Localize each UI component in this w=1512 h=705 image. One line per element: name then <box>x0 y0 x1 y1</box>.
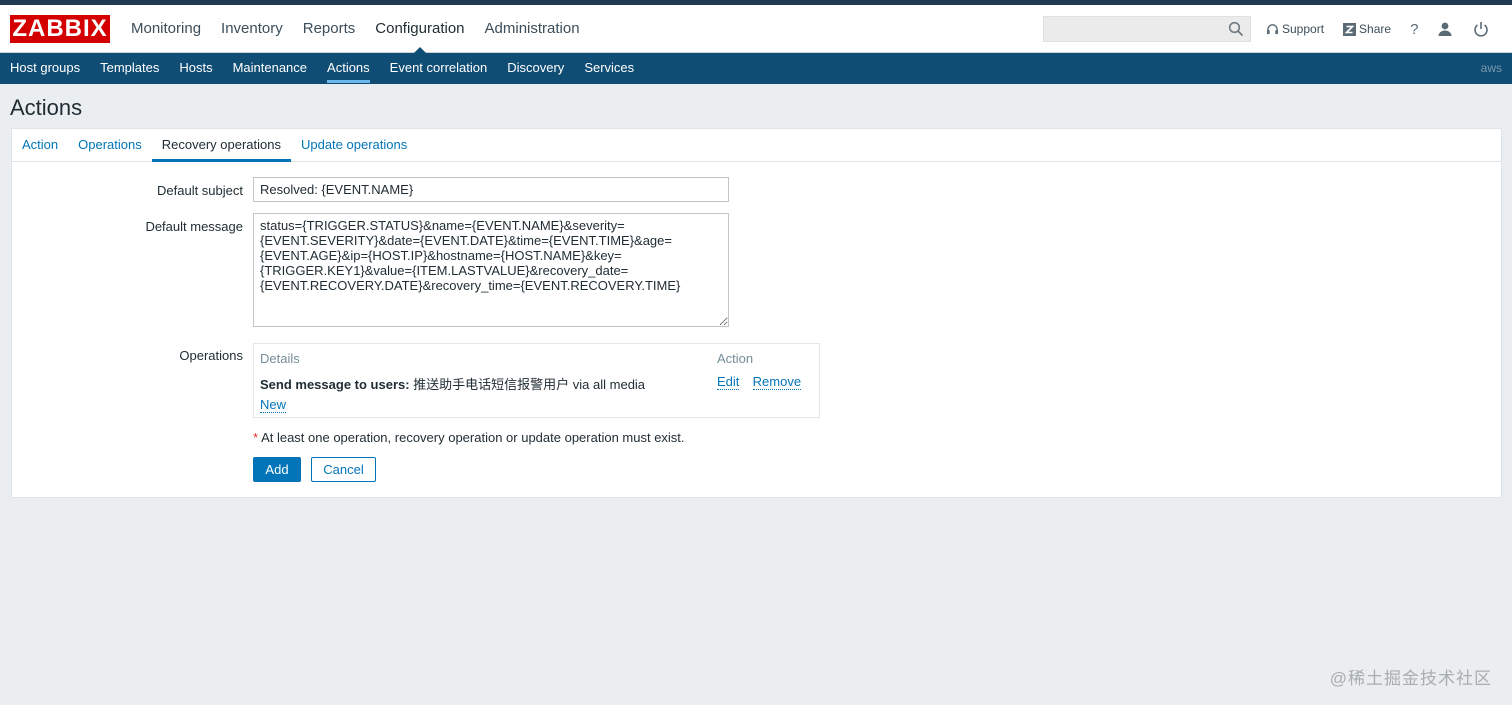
default-subject-input[interactable] <box>253 177 729 202</box>
sub-navigation: Host groups Templates Hosts Maintenance … <box>0 53 1512 84</box>
search-icon[interactable] <box>1228 21 1244 37</box>
headset-icon <box>1266 23 1279 36</box>
column-header-action: Action <box>717 351 754 366</box>
share-link[interactable]: Share <box>1343 22 1391 36</box>
operation-target: 推送助手电话短信报警用户 via all media <box>409 377 646 392</box>
search-box <box>1043 16 1251 42</box>
share-icon <box>1343 22 1357 36</box>
add-button[interactable]: Add <box>253 457 301 482</box>
operation-row-actions: Edit Remove <box>717 374 802 390</box>
header-links: Support Share ? <box>1266 5 1509 53</box>
support-label: Support <box>1282 22 1325 36</box>
help-icon: ? <box>1410 20 1419 38</box>
help-link[interactable]: ? <box>1410 21 1418 38</box>
edit-operation-link[interactable]: Edit <box>717 374 740 390</box>
operation-row-details: Send message to users: 推送助手电话短信报警用户 via … <box>260 374 645 393</box>
required-star: * <box>253 430 259 445</box>
user-profile-icon[interactable] <box>1437 21 1453 37</box>
tab-recovery-operations[interactable]: Recovery operations <box>151 129 292 162</box>
new-operation-wrap: New <box>260 397 287 413</box>
support-link[interactable]: Support <box>1266 22 1324 36</box>
page-title: Actions <box>10 95 83 120</box>
main-menu-monitoring[interactable]: Monitoring <box>121 5 211 53</box>
sub-menu: Host groups Templates Hosts Maintenance … <box>0 53 644 84</box>
sub-menu-discovery[interactable]: Discovery <box>497 53 574 84</box>
share-label: Share <box>1359 22 1392 36</box>
column-header-details: Details <box>260 351 300 366</box>
tab-operations[interactable]: Operations <box>68 129 152 161</box>
sub-menu-host-groups[interactable]: Host groups <box>0 53 90 84</box>
main-menu-reports[interactable]: Reports <box>293 5 366 53</box>
form-tabs: Action Operations Recovery operations Up… <box>12 129 1501 162</box>
main-menu-administration[interactable]: Administration <box>475 5 590 53</box>
tab-action[interactable]: Action <box>12 129 68 161</box>
sub-menu-hosts[interactable]: Hosts <box>169 53 222 84</box>
header: ZABBIX Monitoring Inventory Reports Conf… <box>0 5 1512 54</box>
sub-menu-event-correlation[interactable]: Event correlation <box>380 53 498 84</box>
main-menu: Monitoring Inventory Reports Configurati… <box>121 5 590 54</box>
cancel-button[interactable]: Cancel <box>311 457 376 482</box>
logout-power-icon[interactable] <box>1473 21 1489 37</box>
sub-menu-maintenance[interactable]: Maintenance <box>223 53 317 84</box>
main-menu-configuration[interactable]: Configuration <box>365 5 474 54</box>
default-message-textarea[interactable]: status={TRIGGER.STATUS}&name={EVENT.NAME… <box>253 213 729 327</box>
watermark: @稀土掘金技术社区 <box>1329 669 1492 688</box>
required-note-text: At least one operation, recovery operati… <box>261 430 685 445</box>
zabbix-logo[interactable]: ZABBIX <box>10 15 110 43</box>
new-operation-link[interactable]: New <box>260 397 287 413</box>
operation-type: Send message to users: <box>260 377 410 392</box>
required-note: * At least one operation, recovery operat… <box>253 430 685 445</box>
sub-menu-actions[interactable]: Actions <box>317 53 380 84</box>
tab-update-operations[interactable]: Update operations <box>291 129 417 161</box>
operations-label: Operations <box>179 348 243 363</box>
search-input[interactable] <box>1044 17 1224 41</box>
main-menu-inventory[interactable]: Inventory <box>211 5 293 53</box>
recovery-operations-table: Details Action Send message to users: 推送… <box>253 343 820 418</box>
server-name: aws <box>1480 61 1502 75</box>
default-message-label: Default message <box>145 219 243 234</box>
default-subject-label: Default subject <box>157 183 243 198</box>
sub-menu-services[interactable]: Services <box>574 53 644 84</box>
remove-operation-link[interactable]: Remove <box>752 374 802 390</box>
action-form-panel: Action Operations Recovery operations Up… <box>11 128 1502 498</box>
sub-menu-templates[interactable]: Templates <box>90 53 169 84</box>
